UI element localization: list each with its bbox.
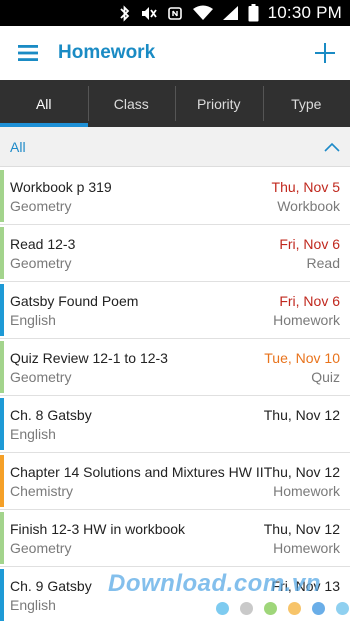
bluetooth-icon — [119, 4, 131, 22]
assignment-due-date: Thu, Nov 5 — [271, 179, 340, 195]
tab-priority[interactable]: Priority — [175, 80, 263, 127]
app-bar: Homework — [0, 26, 350, 80]
plus-icon — [315, 43, 335, 63]
assignment-type: Homework — [273, 312, 340, 328]
clock-time: 10:30 PM — [267, 3, 342, 22]
hamburger-menu-icon — [18, 45, 38, 61]
assignment-type: Read — [306, 255, 340, 271]
class-color-bar — [0, 455, 4, 507]
list-item[interactable]: Read 12-3 Geometry Fri, Nov 6 Read — [0, 225, 350, 282]
tab-label: Priority — [196, 95, 241, 112]
chevron-up-icon[interactable] — [324, 142, 340, 152]
list-item[interactable]: Chapter 14 Solutions and Mixtures HW II C… — [0, 453, 350, 510]
list-item[interactable]: Ch. 9 Gatsby English Fri, Nov 13 — [0, 567, 350, 623]
tab-type[interactable]: Type — [262, 80, 350, 127]
assignment-title: Read 12-3 — [10, 236, 76, 252]
class-color-bar — [0, 170, 4, 222]
assignment-class: Geometry — [10, 540, 72, 556]
assignment-type: Homework — [273, 483, 340, 499]
assignment-title: Ch. 9 Gatsby — [10, 578, 92, 594]
assignment-class: Geometry — [10, 369, 72, 385]
status-bar: 10:30 PM — [0, 0, 350, 26]
list-item[interactable]: Gatsby Found Poem English Fri, Nov 6 Homewo… — [0, 282, 350, 339]
assignment-due-date: Fri, Nov 13 — [271, 578, 340, 594]
assignment-class: Geometry — [10, 255, 72, 271]
nfc-icon — [166, 5, 184, 22]
wifi-icon — [192, 5, 213, 21]
tab-label: All — [35, 95, 52, 112]
menu-button[interactable] — [0, 26, 56, 80]
assignment-title: Quiz Review 12-1 to 12-3 — [10, 350, 168, 366]
assignment-due-date: Thu, Nov 12 — [263, 464, 340, 480]
section-header-label: All — [10, 138, 26, 155]
assignment-class: English — [10, 426, 56, 442]
assignment-type: Quiz — [311, 369, 340, 385]
class-color-bar — [0, 569, 4, 621]
assignment-type: Workbook — [277, 198, 340, 214]
assignment-due-date: Tue, Nov 10 — [264, 350, 340, 366]
tab-label: Type — [291, 95, 322, 112]
assignment-due-date: Fri, Nov 6 — [279, 293, 340, 309]
page-title: Homework — [58, 42, 156, 63]
assignment-due-date: Fri, Nov 6 — [279, 236, 340, 252]
assignment-list: Workbook p 319 Geometry Thu, Nov 5 Workbook… — [0, 168, 350, 623]
assignment-due-date: Thu, Nov 12 — [263, 407, 340, 423]
assignment-type: Homework — [273, 540, 340, 556]
signal-icon — [222, 5, 239, 21]
list-item[interactable]: Workbook p 319 Geometry Thu, Nov 5 Workbook — [0, 168, 350, 225]
mute-icon — [140, 5, 157, 22]
assignment-title: Gatsby Found Poem — [10, 293, 139, 309]
assignment-class: Chemistry — [10, 483, 74, 499]
add-homework-button[interactable] — [300, 26, 350, 80]
assignment-title: Finish 12-3 HW in workbook — [10, 521, 186, 537]
section-header[interactable]: All — [0, 127, 350, 167]
battery-icon — [248, 4, 259, 22]
list-item[interactable]: Finish 12-3 HW in workbook Geometry Thu, N… — [0, 510, 350, 567]
assignment-class: English — [10, 312, 56, 328]
assignment-class: Geometry — [10, 198, 72, 214]
class-color-bar — [0, 284, 4, 336]
list-item[interactable]: Quiz Review 12-1 to 12-3 Geometry Tue, Nov… — [0, 339, 350, 396]
list-item[interactable]: Ch. 8 Gatsby English Thu, Nov 12 — [0, 396, 350, 453]
assignment-title: Workbook p 319 — [10, 179, 112, 195]
tab-all[interactable]: All — [0, 80, 88, 127]
tab-class[interactable]: Class — [87, 80, 176, 127]
class-color-bar — [0, 227, 4, 279]
tab-label: Class — [113, 95, 149, 112]
class-color-bar — [0, 398, 4, 450]
assignment-due-date: Thu, Nov 12 — [263, 521, 340, 537]
assignment-class: English — [10, 597, 56, 613]
assignment-title: Chapter 14 Solutions and Mixtures HW II — [10, 464, 264, 480]
assignment-title: Ch. 8 Gatsby — [10, 407, 92, 423]
class-color-bar — [0, 512, 4, 564]
tab-bar: All Class Priority Type — [0, 80, 350, 127]
class-color-bar — [0, 341, 4, 393]
